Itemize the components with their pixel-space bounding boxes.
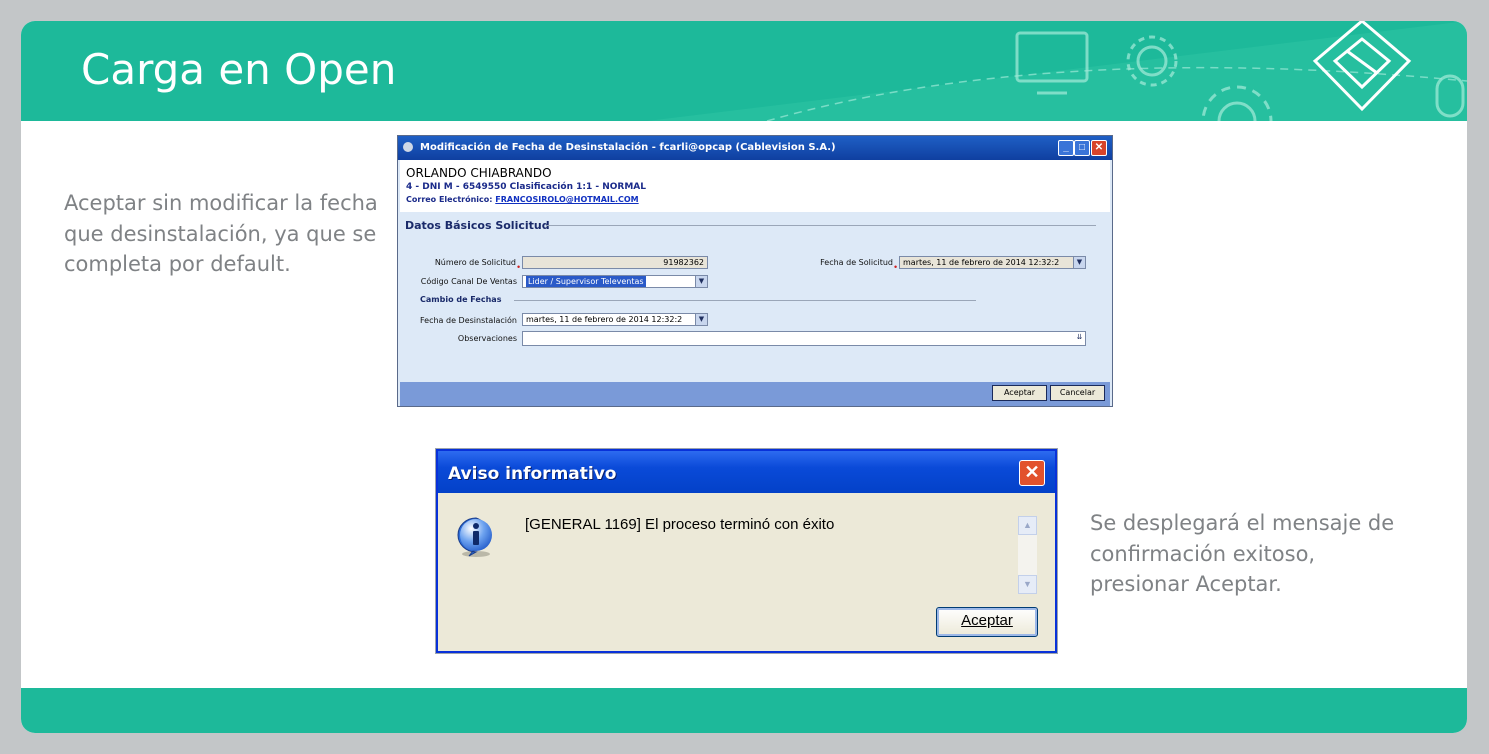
info-message-dialog: Aviso informativo ✕ [GENERAL 1169] El pr… (435, 448, 1058, 654)
required-marker: • (894, 262, 898, 272)
customer-id-line: 4 - DNI M - 6549550 Clasificación 1:1 - … (406, 182, 646, 192)
required-marker: • (517, 262, 521, 272)
instruction-text-left: Aceptar sin modificar la fecha que desin… (64, 191, 378, 276)
email-link[interactable]: FRANCOSIROLO@HOTMAIL.COM (495, 195, 638, 204)
message-title: Aviso informativo (448, 464, 617, 484)
ok-button[interactable]: Aceptar (936, 607, 1038, 637)
slide-header: Carga en Open (21, 21, 1467, 121)
expand-icon[interactable]: ⇊ (1074, 332, 1085, 345)
fecha-desinstalacion-value: martes, 11 de febrero de 2014 12:32:2 (526, 315, 683, 324)
slide-footer (21, 688, 1467, 733)
customer-name: ORLANDO CHIABRANDO (406, 166, 552, 180)
fecha-desinstalacion-label: Fecha de Desinstalación (419, 316, 517, 325)
chevron-down-icon[interactable]: ▼ (695, 276, 707, 287)
subsection-title: Cambio de Fechas (420, 295, 502, 304)
email-row: Correo Electrónico: FRANCOSIROLO@HOTMAIL… (406, 195, 639, 204)
cancel-button[interactable]: Cancelar (1050, 385, 1105, 401)
email-label: Correo Electrónico: (406, 195, 493, 204)
close-icon[interactable]: ✕ (1091, 140, 1107, 156)
close-icon[interactable]: ✕ (1019, 460, 1045, 486)
ok-button-label: Aceptar (961, 612, 1013, 629)
canal-ventas-value: Lider / Supervisor Televentas (526, 276, 646, 287)
fecha-desinstalacion-dropdown[interactable]: martes, 11 de febrero de 2014 12:32:2 ▼ (522, 313, 708, 326)
chevron-down-icon[interactable]: ▼ (1073, 257, 1085, 268)
section-divider (546, 225, 1096, 226)
scroll-down-icon[interactable]: ▼ (1018, 575, 1037, 594)
modify-date-dialog: Modificación de Fecha de Desinstalación … (397, 135, 1113, 407)
observaciones-field[interactable]: ⇊ (522, 331, 1086, 346)
instruction-text-right: Se desplegará el mensaje de confirmación… (1090, 511, 1395, 596)
canal-ventas-label: Código Canal De Ventas (420, 277, 517, 286)
section-title: Datos Básicos Solicitud (405, 219, 550, 232)
maximize-icon[interactable]: □ (1074, 140, 1090, 156)
scroll-up-icon[interactable]: ▲ (1018, 516, 1037, 535)
observaciones-label: Observaciones (457, 334, 517, 343)
info-icon (457, 517, 492, 557)
subsection-divider (514, 300, 976, 301)
customer-info: ORLANDO CHIABRANDO 4 - DNI M - 6549550 C… (400, 160, 1110, 212)
dialog-button-bar: Aceptar Cancelar (400, 382, 1110, 406)
numero-solicitud-label: Número de Solicitud (434, 258, 516, 267)
message-titlebar[interactable]: Aviso informativo ✕ (438, 451, 1055, 493)
fecha-solicitud-dropdown[interactable]: martes, 11 de febrero de 2014 12:32:2 ▼ (899, 256, 1086, 269)
slide-title: Carga en Open (81, 45, 397, 94)
dialog-titlebar[interactable]: Modificación de Fecha de Desinstalación … (398, 136, 1112, 160)
fecha-solicitud-label: Fecha de Solicitud (820, 258, 893, 267)
slide: Carga en Open Aceptar sin modificar la f… (21, 21, 1467, 733)
minimize-icon[interactable]: _ (1058, 140, 1074, 156)
message-scrollbar[interactable]: ▲ ▼ (1018, 516, 1037, 594)
accept-button[interactable]: Aceptar (992, 385, 1047, 401)
fecha-solicitud-value: martes, 11 de febrero de 2014 12:32:2 (903, 258, 1060, 267)
message-text: [GENERAL 1169] El proceso terminó con éx… (525, 516, 835, 533)
header-decoration (647, 21, 1467, 121)
numero-solicitud-field[interactable]: 91982362 (522, 256, 708, 269)
chevron-down-icon[interactable]: ▼ (695, 314, 707, 325)
app-icon (403, 142, 413, 152)
dialog-title: Modificación de Fecha de Desinstalación … (420, 142, 836, 153)
canal-ventas-dropdown[interactable]: Lider / Supervisor Televentas ▼ (522, 275, 708, 288)
